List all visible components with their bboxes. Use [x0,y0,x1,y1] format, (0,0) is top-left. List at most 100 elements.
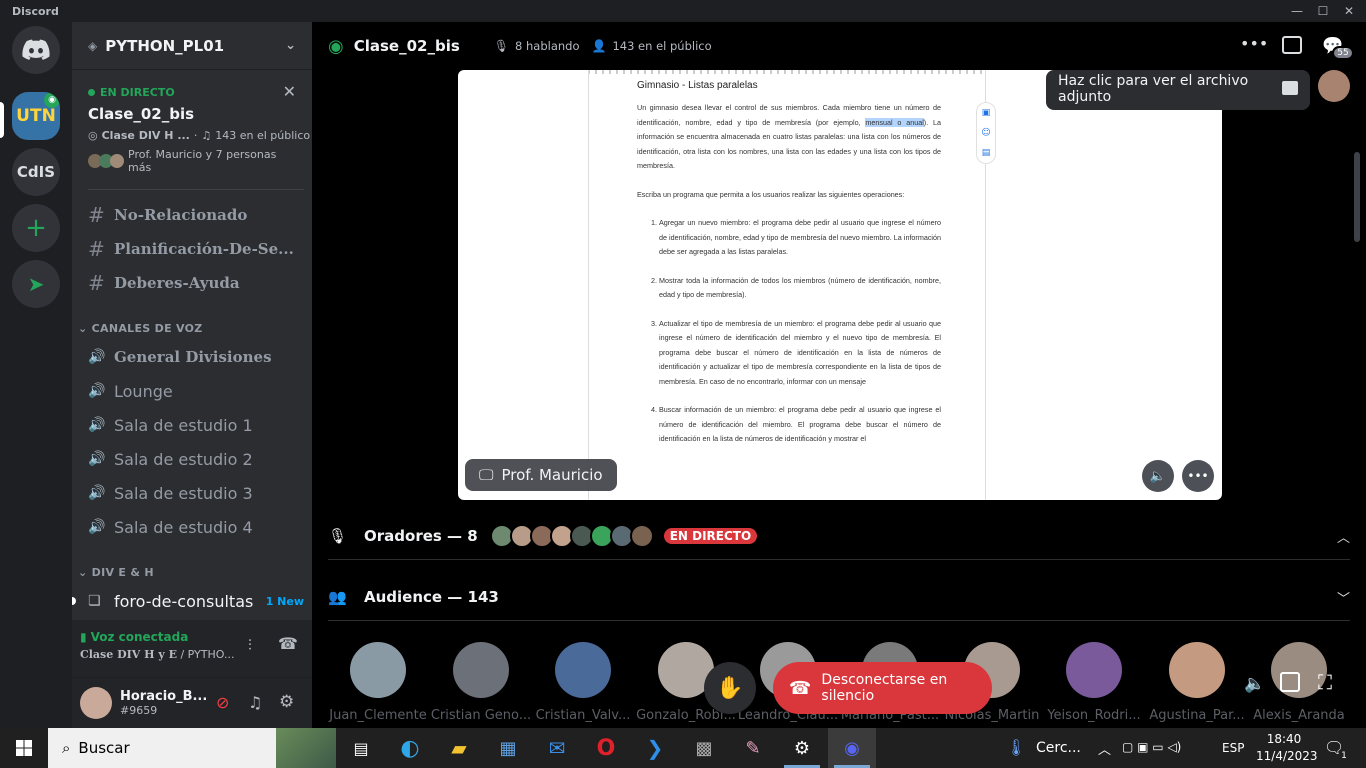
scrollbar[interactable] [1354,152,1360,242]
voice-channel-lounge[interactable]: 🔊 Lounge [80,375,304,407]
vscode-icon[interactable]: ❯ [631,728,679,768]
calculator-icon[interactable]: ▩ [680,728,728,768]
settings-icon[interactable]: ⚙ [778,728,826,768]
add-server-icon[interactable]: + [12,204,60,252]
noise-suppression-icon[interactable]: ⫶ [248,636,252,654]
speaker-icon: 🔊 [88,451,106,467]
audience-avatar[interactable] [1066,642,1122,698]
discord-taskbar-icon[interactable]: ◉ [828,728,876,768]
voice-channel-general[interactable]: 🔊 General Divisiones [80,341,304,373]
gear-icon[interactable]: ⚙ [279,692,294,712]
doc-side-toolbar: ▣ ☺ ▤ [976,102,996,164]
voice-channel-sala-1[interactable]: 🔊 Sala de estudio 1 [80,409,304,441]
audience-avatar[interactable] [1169,642,1225,698]
audience-avatar[interactable] [350,642,406,698]
image-icon [1282,81,1298,95]
language-indicator[interactable]: ESP [1222,741,1244,755]
screen-share[interactable]: Gimnasio - Listas paralelas Un gimnasio … [458,70,1222,500]
raise-hand-button[interactable]: ✋ [704,662,756,714]
file-explorer-icon[interactable]: ▰ [435,728,483,768]
mail-icon[interactable]: ✉ [533,728,581,768]
more-options-icon[interactable]: ••• [1182,460,1214,492]
server-utn[interactable]: UTN ◉ [12,92,60,140]
voice-category-header[interactable]: ⌄ CANALES DE VOZ [78,322,203,335]
home-button[interactable] [12,26,60,74]
server-header[interactable]: ◈ PYTHON_PL01 ⌄ [72,22,312,70]
audience-row[interactable]: 👥 Audience — 143 ﹀ [328,581,1350,613]
tray-icons[interactable]: ▢ ▣ ▭ ◁) [1122,740,1181,754]
list-item: Mostrar toda la información de todos los… [659,274,941,303]
headphones-icon[interactable]: ♫ [248,693,262,712]
hash-icon: # [88,271,105,295]
opera-icon[interactable]: O [582,728,630,768]
live-status: EN DIRECTO [100,86,175,99]
paint-icon[interactable]: ✎ [729,728,777,768]
channel-deberes-ayuda[interactable]: # Deberes-Ayuda [80,267,304,299]
windows-start-icon[interactable] [0,728,48,768]
chat-badge: 55 [1332,46,1354,60]
live-stage-card[interactable]: EN DIRECTO ✕ Clase_02_bis ◎ Clase DIV H … [72,70,312,188]
channel-planificacion[interactable]: # Planificación-De-Se... [80,233,304,265]
audience-name: Juan_Clemente [329,708,427,723]
audience-name: Agustina_Par... [1149,708,1245,723]
audience-avatar[interactable] [453,642,509,698]
voice-channel-sala-3[interactable]: 🔊 Sala de estudio 3 [80,477,304,509]
voice-status[interactable]: Voz conectada [91,630,189,644]
user-panel: Horacio_B... #9659 ⊘ ♫ ⚙ [72,678,312,728]
forum-channel[interactable]: ❏ foro-de-consultas 1 New [80,585,304,617]
chevron-down-icon[interactable]: ﹀ [1337,588,1350,607]
stage-header: ◉ Clase_02_bis 🎙 8 hablando 👤 143 en el … [312,22,1366,70]
disconnect-call-icon[interactable]: ☎ [278,634,298,653]
add-comment-icon[interactable]: ▣ [982,108,991,118]
clock[interactable]: 18:40 11/4/2023 [1256,731,1318,765]
search-highlight-image [276,728,336,768]
title-bar: Discord — ☐ ✕ [0,0,1366,22]
edge-icon[interactable]: ◐ [386,728,434,768]
username: Horacio_B... [120,689,208,704]
stage-title: Clase_02_bis [353,37,460,55]
public-count: 143 en el público [612,39,712,53]
mic-muted-icon[interactable]: ⊘ [216,693,229,712]
stage-icon: ◎ [88,129,98,142]
volume-icon[interactable]: 🔈 [1142,460,1174,492]
avatar[interactable] [80,687,112,719]
thermometer-icon[interactable]: 🌡 [1006,738,1026,757]
audience-avatar[interactable] [555,642,611,698]
disconnect-silent-button[interactable]: ☎ Desconectarse en silencio [773,662,992,714]
voice-channel-sala-2[interactable]: 🔊 Sala de estudio 2 [80,443,304,475]
server-cdis[interactable]: CdIS [12,148,60,196]
chevron-up-icon[interactable]: ︿ [1098,739,1111,758]
close-icon[interactable]: ✕ [283,82,296,101]
weather-text[interactable]: Cerc... [1036,740,1081,756]
category-div-eh[interactable]: ⌄ DIV E & H [78,566,154,579]
suggest-edit-icon[interactable]: ▤ [982,148,991,158]
close-window-button[interactable]: ✕ [1332,0,1366,22]
volume-icon[interactable]: 🔈 [1244,674,1265,694]
notification-badge: 1 [1338,750,1350,762]
store-icon[interactable]: ▦ [484,728,532,768]
popout-icon[interactable] [1280,672,1300,692]
explore-compass-icon[interactable]: ➤ [12,260,60,308]
more-options-icon[interactable]: ••• [1240,34,1268,53]
chevron-up-icon[interactable]: ︿ [1337,527,1350,546]
inbox-icon[interactable] [1282,36,1302,54]
attachment-tooltip[interactable]: Haz clic para ver el archivo adjunto [1046,70,1310,110]
fullscreen-icon[interactable]: ⛶ [1318,670,1332,694]
document-title: Gimnasio - Listas paralelas [637,80,758,91]
forum-icon: ❏ [88,593,101,609]
voice-channel-sala-4[interactable]: 🔊 Sala de estudio 4 [80,511,304,543]
screen-icon: 🖵 [479,466,494,484]
taskbar-search[interactable]: ⌕ Buscar [48,728,336,768]
emoji-icon[interactable]: ☺ [981,128,990,138]
voice-channel-link[interactable]: Clase DIV H y E [80,648,177,661]
task-view-icon[interactable]: ▤ [337,728,385,768]
speakers-row[interactable]: 🎙 Oradores — 8 EN DIRECTO ︿ [328,520,1350,552]
app-brand: Discord [12,4,59,18]
speaker-icon: 🔊 [88,349,106,365]
server-name: PYTHON_PL01 [105,36,225,55]
channel-no-relacionado[interactable]: # No-Relacionado [80,199,304,231]
people-icon: 👥 [328,588,347,606]
avatar[interactable] [1318,70,1350,102]
speaking-count: 8 hablando [515,39,580,53]
divider [328,559,1350,560]
